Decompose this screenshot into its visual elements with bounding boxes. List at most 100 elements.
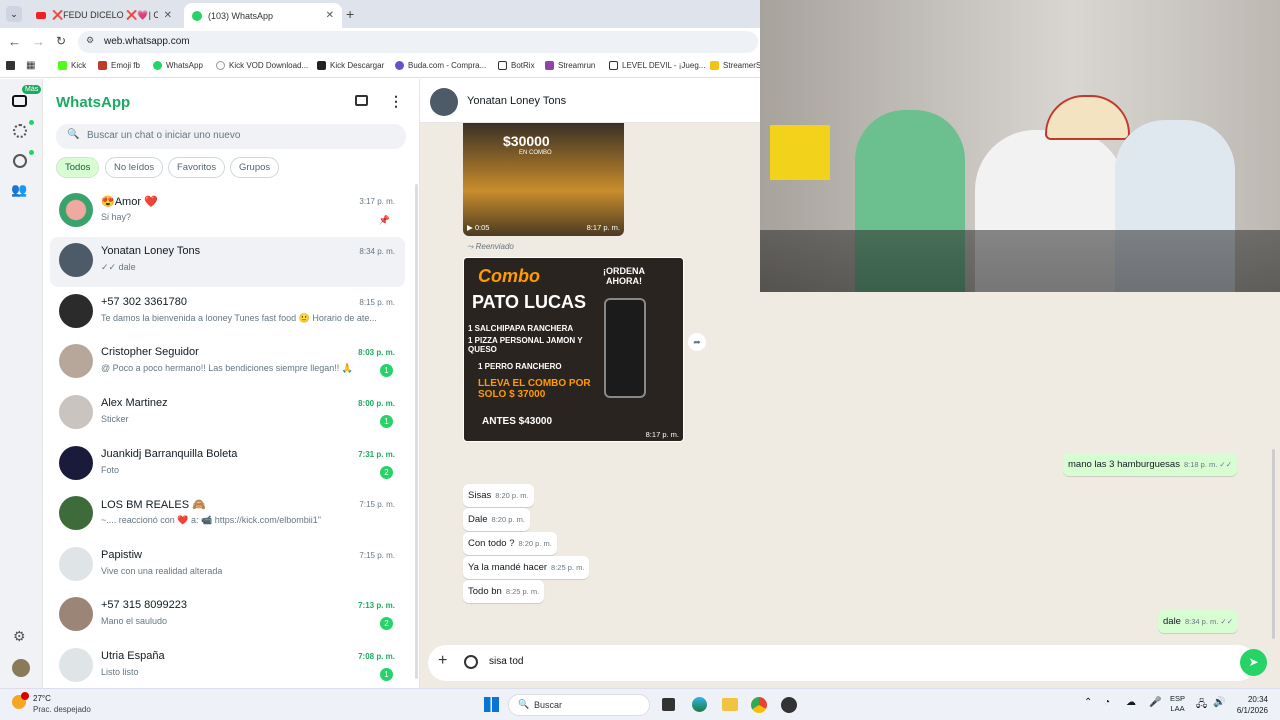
search-icon: 🔍 <box>67 129 80 140</box>
site-info-icon[interactable]: ⚙ <box>86 35 94 46</box>
incoming-message[interactable]: Dale 8:20 p. m. <box>463 508 530 531</box>
settings-icon[interactable]: ⚙ <box>13 628 26 645</box>
task-view-icon[interactable] <box>662 698 675 711</box>
taskbar-search[interactable]: 🔍 Buscar <box>508 694 650 716</box>
phone-graphic <box>604 298 646 398</box>
mic-icon[interactable]: 🎤 <box>1149 697 1161 708</box>
image-message[interactable]: Combo ¡ORDENA AHORA! PATO LUCAS 1 SALCHI… <box>463 257 684 442</box>
filter-unread[interactable]: No leídos <box>105 157 164 178</box>
chat-row[interactable]: +57 302 3361780 Te damos la bienvenida a… <box>50 288 405 338</box>
incoming-message[interactable]: Ya la mandé hacer 8:25 p. m. <box>463 556 590 579</box>
unread-badge: 1 <box>380 668 393 681</box>
chrome-icon[interactable] <box>751 697 767 713</box>
chat-row[interactable]: LOS BM REALES 🙈 ~.... reaccionó con ❤️ a… <box>50 490 405 540</box>
reload-icon[interactable]: ↻ <box>56 34 66 48</box>
file-explorer-icon[interactable] <box>722 698 738 711</box>
close-tab-icon[interactable]: ✕ <box>164 10 172 21</box>
contact-avatar[interactable] <box>430 88 458 116</box>
apps-icon[interactable] <box>6 61 15 70</box>
language-indicator[interactable]: ESP LAA <box>1170 694 1185 714</box>
bookmark-streamrun[interactable]: Streamrun <box>545 61 595 70</box>
bookmark-level-devil[interactable]: LEVEL DEVIL - ¡Jueg... <box>609 61 705 70</box>
chat-row[interactable]: Juankidj Barranquilla Boleta Foto 7:31 p… <box>50 440 405 490</box>
chat-list-pane: WhatsApp ⋮ 🔍 Buscar un chat o iniciar un… <box>43 79 420 688</box>
address-bar[interactable]: ⚙ web.whatsapp.com <box>78 31 758 53</box>
grid-icon[interactable]: ▦ <box>26 60 35 71</box>
bookmark-kick[interactable]: Kick <box>58 61 86 70</box>
filter-groups[interactable]: Grupos <box>230 157 280 178</box>
chat-row[interactable]: 😍Amor ❤️ Si hay? 3:17 p. m. 📌 <box>50 187 405 237</box>
weather-alert-badge <box>21 692 29 700</box>
chat-row-selected[interactable]: Yonatan Loney Tons ✓✓ dale 8:34 p. m. <box>50 237 405 287</box>
avatar <box>59 395 93 429</box>
outgoing-message[interactable]: dale 8:34 p. m. ✓✓ <box>1158 610 1238 633</box>
attach-icon[interactable]: + <box>438 652 447 670</box>
sticker-icon[interactable] <box>464 655 478 669</box>
communities-icon[interactable]: 👥 <box>11 182 27 198</box>
outgoing-message[interactable]: mano las 3 hamburguesas 8:18 p. m. ✓✓ <box>1063 453 1237 476</box>
status-icon[interactable] <box>13 124 27 138</box>
incoming-message[interactable]: Sisas 8:20 p. m. <box>463 484 534 507</box>
unread-badge: 2 <box>380 466 393 479</box>
clock[interactable]: 20:34 6/1/2026 <box>1232 694 1268 716</box>
avatar <box>59 243 93 277</box>
default-avatar-icon <box>59 648 93 682</box>
unread-badge: 2 <box>380 617 393 630</box>
bookmark-kick-vod[interactable]: Kick VOD Download... <box>216 61 308 70</box>
bookmark-kick-descargar[interactable]: Kick Descargar <box>317 61 384 70</box>
incoming-message[interactable]: Todo bn 8:25 p. m. <box>463 580 545 603</box>
bookmark-emoji-fb[interactable]: Emoji fb <box>98 61 140 70</box>
tab-list-dropdown[interactable]: ⌄ <box>6 6 22 22</box>
forwarded-label: ⤳ Reenviado <box>467 242 514 251</box>
search-box[interactable]: 🔍 Buscar un chat o iniciar uno nuevo <box>56 124 406 149</box>
whatsapp-icon <box>192 10 202 21</box>
conversation-scrollbar[interactable] <box>1272 449 1275 639</box>
bookmark-botrix[interactable]: BotRix <box>498 61 535 70</box>
chat-row[interactable]: Utria España Listo listo 7:08 p. m. 1 <box>50 642 405 688</box>
scrollbar[interactable] <box>415 184 418 679</box>
incoming-message[interactable]: Con todo ? 8:20 p. m. <box>463 532 557 555</box>
start-icon[interactable] <box>484 697 499 712</box>
network-icon[interactable]: 🖧 <box>1196 697 1207 714</box>
chat-row[interactable]: Papistiw Vive con una realidad alterada … <box>50 541 405 591</box>
new-tab-button[interactable]: + <box>346 6 354 22</box>
wifi-icon[interactable]: ◔ <box>1104 697 1110 708</box>
edge-icon[interactable] <box>692 697 707 712</box>
app-title: WhatsApp <box>56 94 131 111</box>
forward-icon[interactable]: → <box>32 34 45 49</box>
contact-name[interactable]: Yonatan Loney Tons <box>467 95 566 107</box>
search-input[interactable]: Buscar un chat o iniciar uno nuevo <box>87 130 240 141</box>
forward-icon[interactable]: ➦ <box>688 333 706 351</box>
back-icon[interactable]: ← <box>8 34 21 49</box>
profile-avatar[interactable] <box>12 659 30 677</box>
unread-badge: 1 <box>380 415 393 428</box>
tray-chevron-icon[interactable]: ⌃ <box>1084 697 1092 708</box>
cloud-icon[interactable]: ☁ <box>1126 697 1136 708</box>
bookmark-buda[interactable]: Buda.com - Compra... <box>395 61 486 70</box>
channels-icon[interactable] <box>13 154 27 168</box>
bookmark-streamers[interactable]: StreamerS <box>710 61 761 70</box>
bookmark-whatsapp[interactable]: WhatsApp <box>153 61 203 70</box>
message-time: 8:17 p. m. <box>586 223 620 232</box>
message-time: 8:17 p. m. <box>645 430 679 439</box>
message-input[interactable]: sisa tod <box>489 656 523 667</box>
chat-row[interactable]: Alex Martinez Sticker 8:00 p. m. 1 <box>50 389 405 439</box>
new-chat-icon[interactable] <box>355 95 368 106</box>
filter-favorites[interactable]: Favoritos <box>168 157 226 178</box>
send-button[interactable]: ➤ <box>1240 649 1267 676</box>
browser-tab-active[interactable]: (103) WhatsApp ✕ <box>184 3 342 28</box>
menu-icon[interactable]: ⋮ <box>389 93 403 110</box>
obs-icon[interactable] <box>781 697 797 713</box>
close-tab-icon[interactable]: ✕ <box>326 10 334 21</box>
video-duration: ▶ 0:05 <box>467 223 490 232</box>
chat-row[interactable]: Cristopher Seguidor @ Poco a poco herman… <box>50 338 405 388</box>
video-message[interactable]: $30000 EN COMBO ▶ 0:05 8:17 p. m. <box>463 123 624 236</box>
browser-tab-inactive[interactable]: ❌FEDU DICELO ❌💗| CAMA ✕ <box>28 3 180 28</box>
chat-row[interactable]: +57 315 8099223 Mano el sauludo 7:13 p. … <box>50 591 405 641</box>
composer: + sisa tod <box>428 645 1256 681</box>
volume-icon[interactable]: 🔊 <box>1213 697 1225 708</box>
chats-icon[interactable] <box>12 95 27 107</box>
filter-all[interactable]: Todos <box>56 157 100 178</box>
browser-toolbar: ← → ↻ ⚙ web.whatsapp.com <box>0 28 760 56</box>
default-avatar-icon <box>59 547 93 581</box>
